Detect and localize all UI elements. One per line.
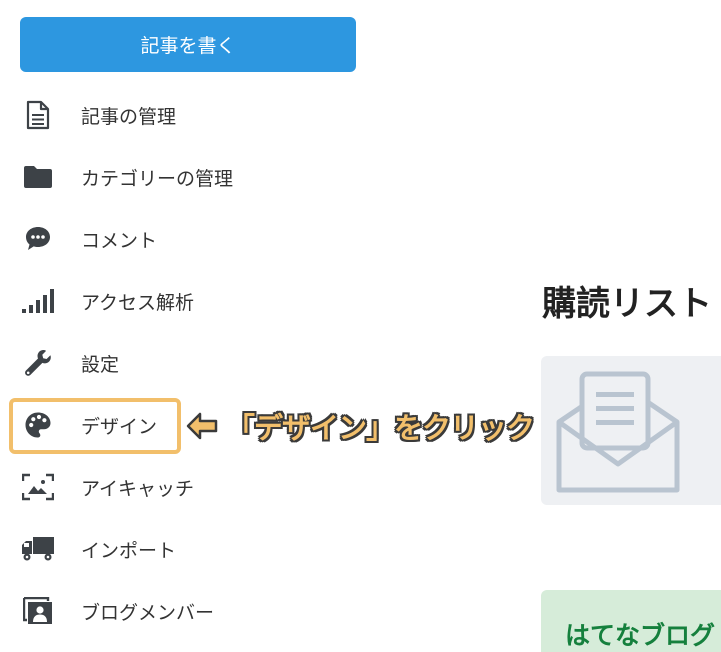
- arrow-left-icon: [186, 412, 218, 440]
- annotation-text: 「デザイン」をクリック: [226, 411, 535, 445]
- document-icon: [20, 97, 56, 133]
- sidebar-item-label: アクセス解析: [81, 291, 195, 314]
- subscribe-card: [541, 356, 721, 505]
- mail-icon: [556, 371, 680, 493]
- sidebar-item-import[interactable]: インポート: [0, 518, 380, 580]
- sidebar-item-label: インポート: [81, 539, 177, 562]
- sidebar-item-article-management[interactable]: 記事の管理: [0, 84, 380, 146]
- image-frame-icon: [20, 469, 56, 505]
- sidebar-item-label: 設定: [81, 353, 120, 376]
- sidebar-item-analytics[interactable]: アクセス解析: [0, 270, 380, 332]
- sidebar-item-label: 記事の管理: [81, 105, 177, 128]
- sidebar-item-category-management[interactable]: カテゴリーの管理: [0, 146, 380, 208]
- folder-icon: [20, 159, 56, 195]
- page: 記事を書く 記事の管理 カテゴリーの管理 コメント アクセス解析 設定 デザイン…: [0, 0, 721, 652]
- truck-icon: [20, 531, 56, 567]
- sidebar-item-blog-members[interactable]: ブログメンバー: [0, 580, 380, 642]
- sidebar-item-label: コメント: [81, 229, 158, 252]
- sidebar-item-comments[interactable]: コメント: [0, 208, 380, 270]
- signal-bars-icon: [20, 283, 56, 319]
- comment-icon: [20, 221, 56, 257]
- sidebar-nav: 記事の管理 カテゴリーの管理 コメント アクセス解析 設定 デザイン アイキャッ…: [0, 84, 380, 642]
- write-article-label: 記事を書く: [140, 35, 236, 57]
- wrench-icon: [20, 345, 56, 381]
- sidebar-item-eyecatch[interactable]: アイキャッチ: [0, 456, 380, 518]
- sidebar-item-label: アイキャッチ: [81, 477, 195, 500]
- member-card-icon: [20, 593, 56, 629]
- page-title: 購読リスト: [542, 284, 712, 324]
- write-article-button[interactable]: 記事を書く: [20, 17, 356, 72]
- sidebar-item-settings[interactable]: 設定: [0, 332, 380, 394]
- banner-text: はてなブログ: [565, 621, 716, 650]
- hatena-blog-banner: はてなブログ: [541, 590, 721, 652]
- annotation-callout: 「デザイン」をクリック: [186, 402, 535, 450]
- sidebar-item-label: ブログメンバー: [81, 601, 215, 624]
- design-highlight-frame: [9, 398, 181, 454]
- sidebar-item-label: カテゴリーの管理: [81, 167, 234, 190]
